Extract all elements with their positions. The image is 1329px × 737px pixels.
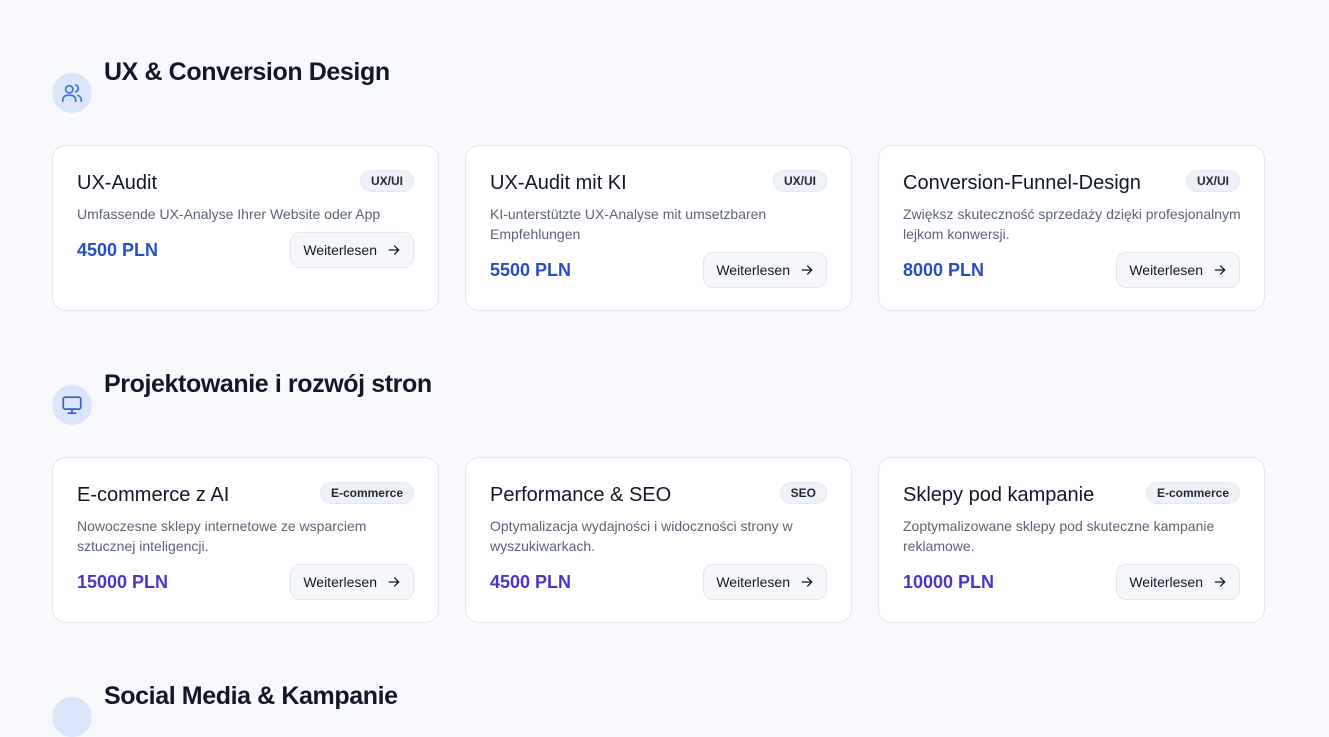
card-description: Nowoczesne sklepy internetowe ze wsparci… [77, 518, 367, 554]
card-grid: UX-Audit UX/UI Umfassende UX-Analyse Ihr… [52, 145, 1268, 313]
service-card[interactable]: E-commerce z AI E-commerce Nowoczesne sk… [52, 457, 439, 623]
card-title: Sklepy pod kampanie [903, 484, 1095, 506]
card-title: UX-Audit mit KI [490, 172, 627, 194]
arrow-right-icon [388, 577, 400, 587]
card-description: Zwiększ skuteczność sprzedaży dzięki pro… [903, 206, 1241, 242]
read-more-label: Weiterlesen [716, 574, 790, 590]
card-price: 8000 PLN [903, 260, 985, 280]
service-card[interactable]: Performance & SEO SEO Optymalizacja wyda… [465, 457, 852, 623]
section-header: UX & Conversion Design [52, 58, 1268, 113]
section-title: Social Media & Kampanie [104, 682, 398, 710]
read-more-button[interactable]: Weiterlesen [290, 232, 414, 268]
read-more-label: Weiterlesen [1129, 574, 1203, 590]
card-description: Zoptymalizowane sklepy pod skuteczne kam… [903, 518, 1215, 554]
service-card[interactable]: UX-Audit mit KI UX/UI KI-unterstützte UX… [465, 145, 852, 311]
read-more-button[interactable]: Weiterlesen [1116, 564, 1240, 600]
arrow-right-icon [801, 265, 813, 275]
read-more-button[interactable]: Weiterlesen [1116, 252, 1240, 288]
section-title: UX & Conversion Design [104, 58, 390, 86]
card-price: 4500 PLN [77, 240, 159, 260]
card-description: Umfassende UX-Analyse Ihrer Website oder… [77, 206, 381, 222]
read-more-button[interactable]: Weiterlesen [290, 564, 414, 600]
read-more-button[interactable]: Weiterlesen [703, 564, 827, 600]
section-header: Social Media & Kampanie [52, 682, 1268, 737]
monitor-icon [52, 385, 92, 425]
service-card[interactable]: UX-Audit UX/UI Umfassende UX-Analyse Ihr… [52, 145, 439, 311]
arrow-right-icon [801, 577, 813, 587]
category-badge: UX/UI [1185, 170, 1240, 192]
section-web-development: Projektowanie i rozwój stron E-commerce … [52, 370, 1268, 625]
arrow-right-icon [1214, 265, 1226, 275]
card-title: E-commerce z AI [77, 484, 230, 506]
read-more-label: Weiterlesen [716, 262, 790, 278]
read-more-label: Weiterlesen [303, 242, 377, 258]
service-card[interactable]: Sklepy pod kampanie E-commerce Zoptymali… [878, 457, 1265, 623]
read-more-label: Weiterlesen [1129, 262, 1203, 278]
card-title: UX-Audit [77, 172, 158, 194]
card-price: 10000 PLN [903, 572, 995, 592]
card-title: Performance & SEO [490, 484, 672, 506]
read-more-label: Weiterlesen [303, 574, 377, 590]
section-icon [52, 697, 92, 737]
section-title: Projektowanie i rozwój stron [104, 370, 432, 398]
users-icon [52, 73, 92, 113]
section-header: Projektowanie i rozwój stron [52, 370, 1268, 425]
arrow-right-icon [1214, 577, 1226, 587]
card-description: Optymalizacja wydajności i widoczności s… [490, 518, 793, 554]
category-badge: UX/UI [359, 170, 414, 192]
card-grid: E-commerce z AI E-commerce Nowoczesne sk… [52, 457, 1268, 625]
arrow-right-icon [388, 245, 400, 255]
category-badge: SEO [779, 482, 827, 504]
section-ux-conversion: UX & Conversion Design UX-Audit UX/UI Um… [52, 58, 1268, 313]
read-more-button[interactable]: Weiterlesen [703, 252, 827, 288]
card-description: KI-unterstützte UX-Analyse mit umsetzbar… [490, 206, 767, 242]
card-price: 5500 PLN [490, 260, 572, 280]
card-price: 15000 PLN [77, 572, 169, 592]
category-badge: E-commerce [319, 482, 414, 504]
category-badge: E-commerce [1145, 482, 1240, 504]
service-card[interactable]: Conversion-Funnel-Design UX/UI Zwiększ s… [878, 145, 1265, 311]
section-social-media: Social Media & Kampanie [52, 682, 1268, 737]
category-badge: UX/UI [772, 170, 827, 192]
card-price: 4500 PLN [490, 572, 572, 592]
card-title: Conversion-Funnel-Design [903, 172, 1141, 194]
